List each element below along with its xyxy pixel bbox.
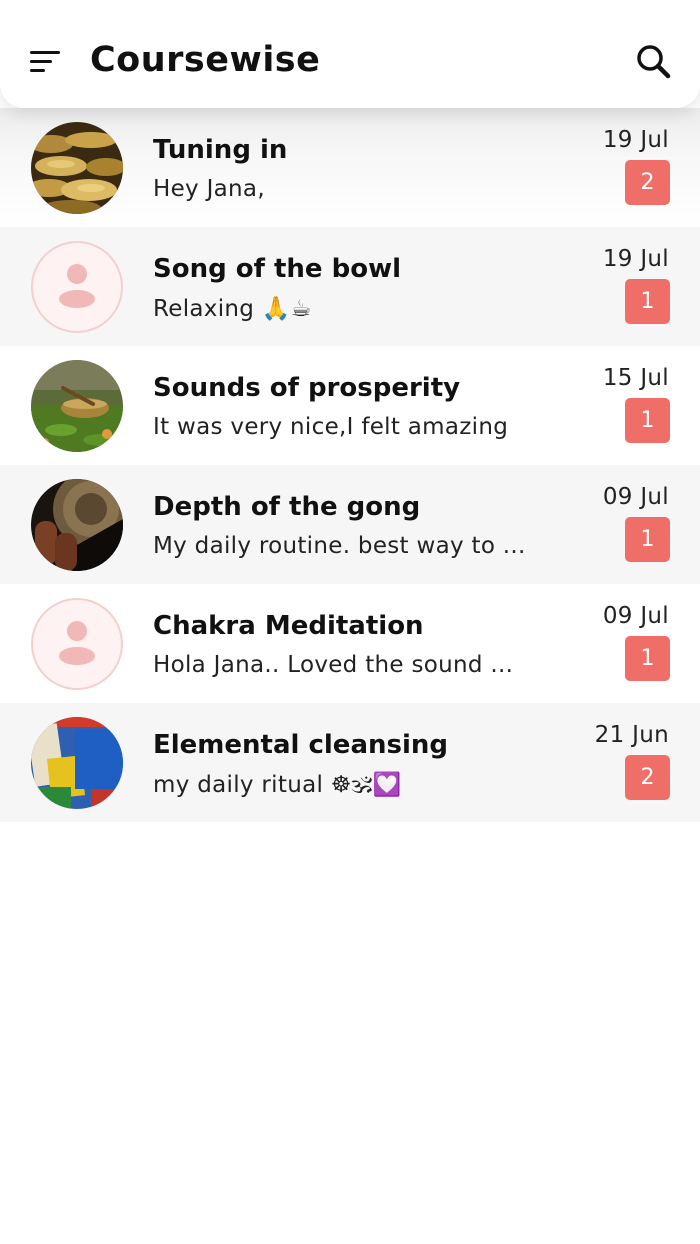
conversation-row[interactable]: Depth of the gong My daily routine. best…: [0, 465, 700, 584]
unread-badge: 1: [625, 398, 670, 443]
person-placeholder-icon: [31, 598, 123, 690]
conversation-row[interactable]: Tuning in Hey Jana, 19 Jul 2: [0, 108, 700, 227]
conversation-title: Tuning in: [153, 135, 288, 165]
conversation-date: 09 Jul: [602, 603, 669, 629]
app-header: Coursewise: [0, 0, 700, 108]
conversation-date: 21 Jun: [594, 722, 669, 748]
conversation-title: Elemental cleansing: [153, 730, 449, 760]
conversation-date: 15 Jul: [602, 365, 669, 391]
conversation-row[interactable]: Sounds of prosperity It was very nice,I …: [0, 346, 700, 465]
conversation-preview: Hola Jana.. Loved the sound ...: [153, 652, 514, 678]
person-placeholder-icon: [31, 241, 123, 333]
conversation-row[interactable]: Song of the bowl Relaxing 🙏☕ 19 Jul 1: [0, 227, 700, 346]
conversation-list: Tuning in Hey Jana, 19 Jul 2 Song of the…: [0, 108, 700, 822]
bowl-on-grass-avatar: [31, 360, 123, 452]
conversation-title: Sounds of prosperity: [153, 373, 461, 403]
conversation-title: Song of the bowl: [153, 254, 402, 284]
gong-mallets-avatar: [31, 479, 123, 571]
unread-badge: 2: [625, 160, 670, 205]
prayer-flags-avatar: [31, 717, 123, 809]
conversation-title: Depth of the gong: [153, 492, 421, 522]
conversation-date: 19 Jul: [602, 127, 669, 153]
conversation-row[interactable]: Elemental cleansing my daily ritual ☸🕉💟 …: [0, 703, 700, 822]
unread-badge: 1: [625, 279, 670, 324]
unread-badge: 1: [625, 636, 670, 681]
app-title: Coursewise: [90, 40, 321, 80]
conversation-preview: Relaxing 🙏☕: [153, 296, 312, 322]
conversation-preview: my daily ritual ☸🕉💟: [153, 772, 402, 798]
search-icon[interactable]: [634, 42, 674, 82]
unread-badge: 1: [625, 517, 670, 562]
menu-icon[interactable]: [26, 46, 64, 80]
conversation-preview: Hey Jana,: [153, 176, 265, 202]
conversation-date: 19 Jul: [602, 246, 669, 272]
conversation-preview: My daily routine. best way to ...: [153, 533, 526, 559]
conversation-date: 09 Jul: [602, 484, 669, 510]
unread-badge: 2: [625, 755, 670, 800]
conversation-title: Chakra Meditation: [153, 611, 424, 641]
conversation-preview: It was very nice,I felt amazing: [153, 414, 509, 440]
singing-bowls-avatar: [31, 122, 123, 214]
conversation-row[interactable]: Chakra Meditation Hola Jana.. Loved the …: [0, 584, 700, 703]
